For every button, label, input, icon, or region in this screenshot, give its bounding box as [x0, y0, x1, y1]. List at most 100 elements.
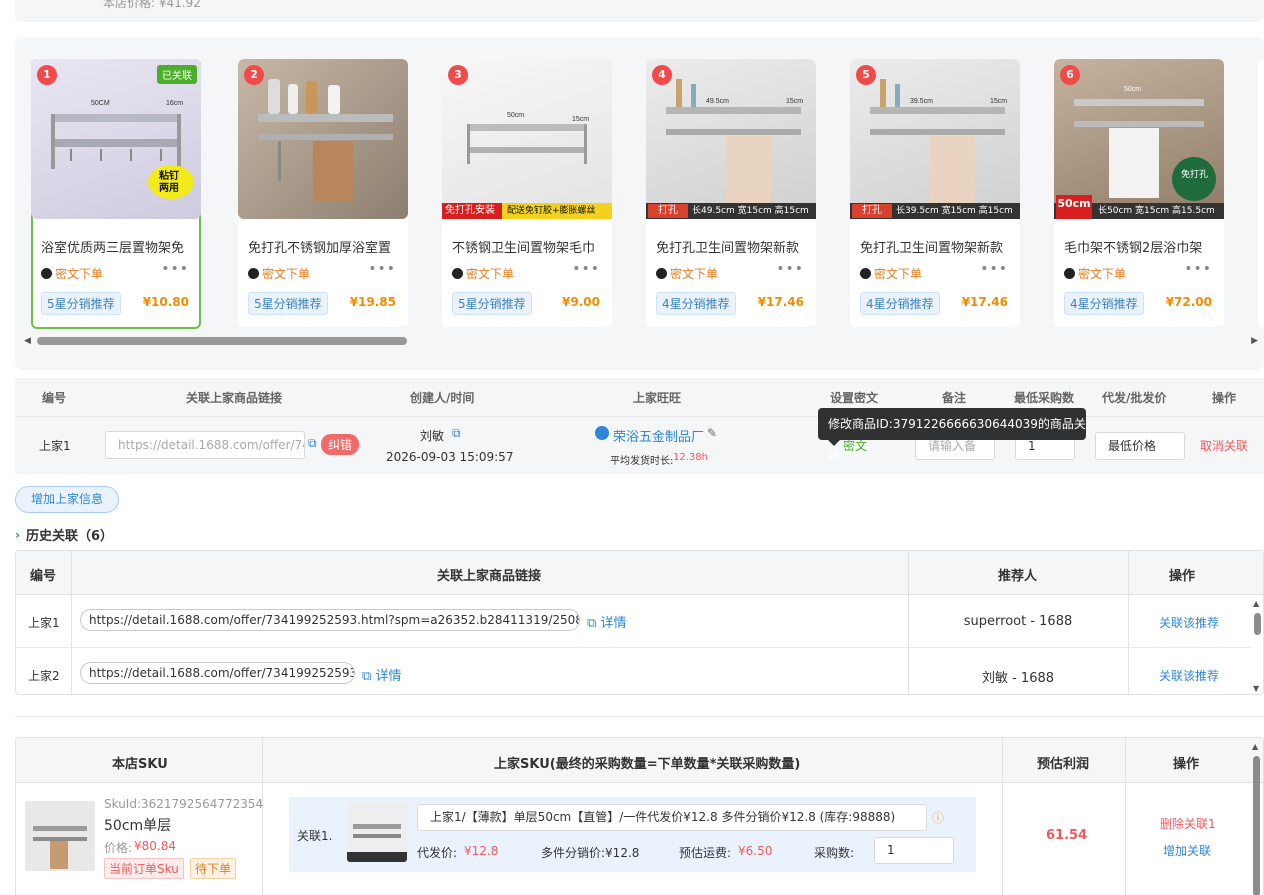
supplier-url-input[interactable]: https://detail.1688.com/offer/74(	[105, 431, 305, 459]
recommender: superroot - 1688	[963, 614, 1073, 629]
shipping-label: 预估运费:	[679, 846, 732, 860]
more-icon[interactable]: •••	[1184, 261, 1212, 277]
product-title: 不锈钢卫生间置物架毛巾	[452, 241, 596, 256]
product-price: ¥19.85	[349, 295, 396, 309]
image-banner-left: 打孔	[648, 204, 688, 218]
product-card-1[interactable]: 50CM 16cm 粘钉 两用 1 已关联 浴室优质两三层置物架免 密文下单 •…	[31, 59, 201, 329]
recommend-badge: 4星分销推荐	[1064, 292, 1144, 315]
sku-id: SkuId:3621792564772354	[104, 797, 264, 811]
scroll-up-icon[interactable]: ▲	[1252, 742, 1258, 751]
product-title: 毛巾架不锈钢2层浴巾架	[1064, 241, 1203, 256]
error-correct-button[interactable]: 纠错	[321, 434, 360, 455]
chevron-right-icon: ›	[15, 527, 20, 542]
recommender: 刘敏 - 1688	[981, 671, 1055, 686]
sku-scrollbar[interactable]: ▲	[1250, 740, 1262, 895]
douyin-icon	[656, 268, 667, 279]
order-mode-label: 密文下单	[55, 267, 104, 281]
carousel-scrollbar[interactable]: ◀ ▶	[22, 336, 1260, 348]
product-image: 49.5cm 15cm	[646, 59, 816, 219]
sku-table-header: 本店SKU 上家SKU(最终的采购数量=下单数量*关联采购数量) 预估利润 操作	[16, 738, 1263, 783]
image-banner-right: 长50cm 宽15cm 高15.5cm	[1098, 206, 1215, 216]
product-card-partial[interactable]	[1258, 59, 1264, 327]
link-recommend-button[interactable]: 关联该推荐	[1129, 667, 1249, 684]
scroll-left-icon[interactable]: ◀	[24, 336, 31, 346]
detail-label: 详情	[600, 616, 627, 631]
delete-link-button[interactable]: 删除关联1	[1160, 815, 1216, 832]
recommend-badge: 5星分销推荐	[248, 292, 328, 315]
link-recommend-button[interactable]: 关联该推荐	[1129, 614, 1249, 631]
rank-badge: 6	[1060, 65, 1080, 85]
history-url[interactable]: https://detail.1688.com/offer/7341992525…	[80, 609, 580, 631]
col-min-qty: 最低采购数	[1014, 391, 1075, 405]
rank-badge: 5	[856, 65, 876, 85]
history-scrollbar[interactable]: ▲ ▼	[1251, 597, 1263, 694]
scrollbar-thumb[interactable]	[1254, 613, 1261, 635]
product-image: 39.5cm 15cm	[850, 59, 1020, 219]
add-link-button[interactable]: 增加关联	[1163, 842, 1211, 859]
sku-table: 本店SKU 上家SKU(最终的采购数量=下单数量*关联采购数量) 预估利润 操作…	[15, 737, 1264, 895]
order-mode: 密文下单	[1064, 265, 1126, 282]
more-icon[interactable]: •••	[161, 261, 189, 277]
svg-text:49.5cm: 49.5cm	[706, 98, 729, 105]
supplier-sku-select[interactable]: 上家1/【薄款】单层50cm【直管】/一件代发价¥12.8 多件分销价¥12.8…	[417, 804, 927, 831]
product-card-6[interactable]: 免打孔 50cm 50cm 长50cm 宽15cm 高15.5cm 6 毛巾架不…	[1054, 59, 1224, 327]
scroll-down-icon[interactable]: ▼	[1253, 684, 1259, 693]
more-icon[interactable]: •••	[980, 261, 1008, 277]
image-banner-right: 配送免钉胶+膨胀螺丝	[502, 203, 612, 219]
history-table-header: 编号 关联上家商品链接 推荐人 操作	[16, 551, 1263, 595]
product-card-4[interactable]: 49.5cm 15cm 打孔 长49.5cm 宽15cm 高15cm 4 免打孔…	[646, 59, 816, 327]
douyin-icon	[1064, 268, 1075, 279]
col-shop-sku: 本店SKU	[112, 757, 168, 772]
min-price-input[interactable]: 最低价格	[1095, 432, 1185, 460]
svg-text:15cm: 15cm	[990, 98, 1007, 105]
current-order-tag: 当前订单Sku	[104, 858, 184, 879]
douyin-icon	[860, 268, 871, 279]
col-creator: 创建人/时间	[410, 391, 475, 405]
product-price: ¥72.00	[1165, 295, 1212, 309]
scrollbar-thumb[interactable]	[1253, 756, 1260, 895]
rank-badge: 2	[244, 65, 264, 85]
recommend-badge: 5星分销推荐	[452, 292, 532, 315]
linked-tag: 已关联	[157, 65, 197, 84]
copy-icon[interactable]: ⧉	[308, 436, 317, 451]
product-card-2[interactable]: 2 免打孔不锈钢加厚浴室置 密文下单 ••• 5星分销推荐 ¥19.85	[238, 59, 408, 327]
history-url[interactable]: https://detail.1688.com/offer/7341992525…	[80, 662, 355, 684]
detail-link[interactable]: ⧉ 详情	[587, 612, 626, 631]
qty-input[interactable]: 1	[874, 837, 954, 864]
history-section-toggle[interactable]: › 历史关联（6）	[15, 525, 113, 545]
info-icon[interactable]: ⓘ	[932, 809, 944, 826]
more-icon[interactable]: •••	[368, 261, 396, 277]
col-recommender: 推荐人	[998, 569, 1038, 584]
svg-text:免打孔: 免打孔	[1181, 168, 1208, 179]
rank-badge: 4	[652, 65, 672, 85]
copy-icon[interactable]: ⧉	[452, 426, 461, 441]
more-icon[interactable]: •••	[572, 261, 600, 277]
add-supplier-button[interactable]: 增加上家信息	[15, 486, 119, 513]
history-title: 历史关联（6）	[25, 529, 113, 544]
sku-price-label: 价格:	[104, 841, 133, 855]
section-divider	[15, 716, 1264, 717]
product-card-5[interactable]: 39.5cm 15cm 打孔 长39.5cm 宽15cm 高15cm 5 免打孔…	[850, 59, 1020, 327]
dropship-label: 代发价:	[417, 846, 458, 860]
cancel-link-button[interactable]: 取消关联	[1200, 437, 1248, 454]
col-action: 操作	[1212, 391, 1237, 405]
col-note: 备注	[942, 391, 967, 405]
more-icon[interactable]: •••	[776, 261, 804, 277]
col-supplier-sku: 上家SKU(最终的采购数量=下单数量*关联采购数量)	[494, 757, 801, 772]
qty-label: 采购数:	[814, 846, 855, 860]
detail-link[interactable]: ⧉ 详情	[362, 665, 401, 684]
col-link: 关联上家商品链接	[186, 391, 283, 405]
product-price: ¥10.80	[142, 295, 189, 309]
order-mode-label: 密文下单	[874, 267, 923, 281]
scroll-right-icon[interactable]: ▶	[1251, 336, 1258, 346]
product-card-3[interactable]: 50cm 15cm 免打孔安装 配送免钉胶+膨胀螺丝 3 不锈钢卫生间置物架毛巾…	[442, 59, 612, 327]
scroll-up-icon[interactable]: ▲	[1253, 599, 1259, 608]
col-price: 代发/批发价	[1102, 391, 1167, 405]
scrollbar-thumb[interactable]	[37, 337, 407, 345]
col-profit: 预估利润	[1037, 757, 1090, 772]
wangwang-link[interactable]: 荣浴五金制品厂	[613, 426, 704, 445]
creator-name: 刘敏	[420, 429, 445, 443]
column-divider	[1002, 738, 1003, 895]
copy-icon: ⧉	[362, 669, 372, 684]
edit-icon[interactable]: ✎	[707, 426, 717, 440]
